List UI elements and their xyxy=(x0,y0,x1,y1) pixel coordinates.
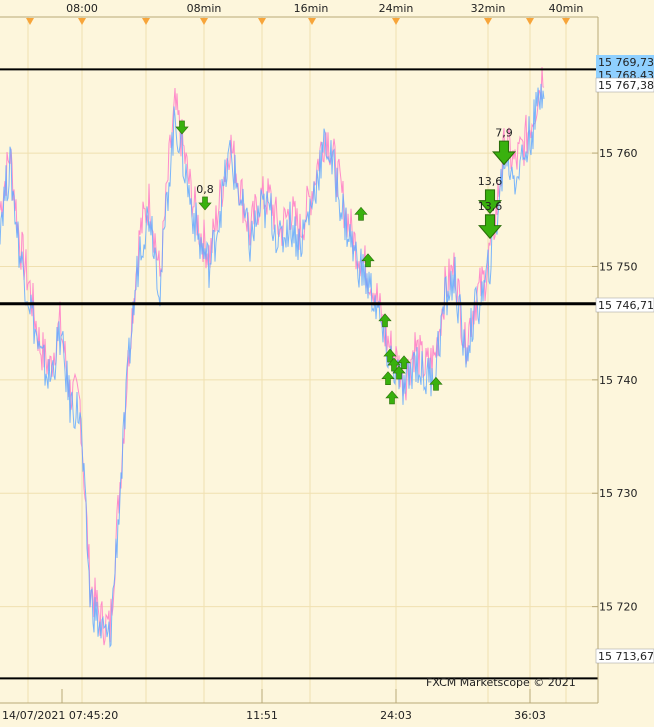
top-axis-label: 08min xyxy=(187,2,222,15)
bottom-axis-label: 36:03 xyxy=(514,709,546,722)
y-axis-label: 15 730 xyxy=(599,487,638,500)
trade-marker-label: 13,6 xyxy=(478,200,503,213)
trade-marker-label: 7,9 xyxy=(495,126,513,139)
y-axis-label: 15 750 xyxy=(599,260,638,273)
price-tag-label: 15 713,67 xyxy=(598,650,654,663)
top-axis-label: 08:00 xyxy=(66,2,98,15)
top-axis-label: 32min xyxy=(471,2,506,15)
y-axis-label: 15 720 xyxy=(599,601,638,614)
price-tag-label: 15 767,38 xyxy=(598,79,654,92)
price-tag-label: 15 769,73 xyxy=(598,56,654,69)
chart-background xyxy=(0,0,654,727)
top-axis-label: 24min xyxy=(379,2,414,15)
bottom-axis-label: 24:03 xyxy=(380,709,412,722)
watermark: FXCM Marketscope © 2021 xyxy=(426,676,576,689)
top-axis-label: 16min xyxy=(294,2,329,15)
price-tag-label: 15 746,71 xyxy=(598,299,654,312)
bottom-axis-label: 11:51 xyxy=(246,709,278,722)
bottom-axis-label: 14/07/2021 07:45:20 xyxy=(2,709,118,722)
trade-marker-label: 13,6 xyxy=(478,175,503,188)
y-axis-label: 15 760 xyxy=(599,147,638,160)
price-chart[interactable]: 0,8 13,6 13,6 7,9 08:00 08min 16min 24min 32min… xyxy=(0,0,654,727)
trade-marker-label: 0,8 xyxy=(196,183,214,196)
top-axis-label: 40min xyxy=(549,2,584,15)
y-axis-label: 15 740 xyxy=(599,374,638,387)
